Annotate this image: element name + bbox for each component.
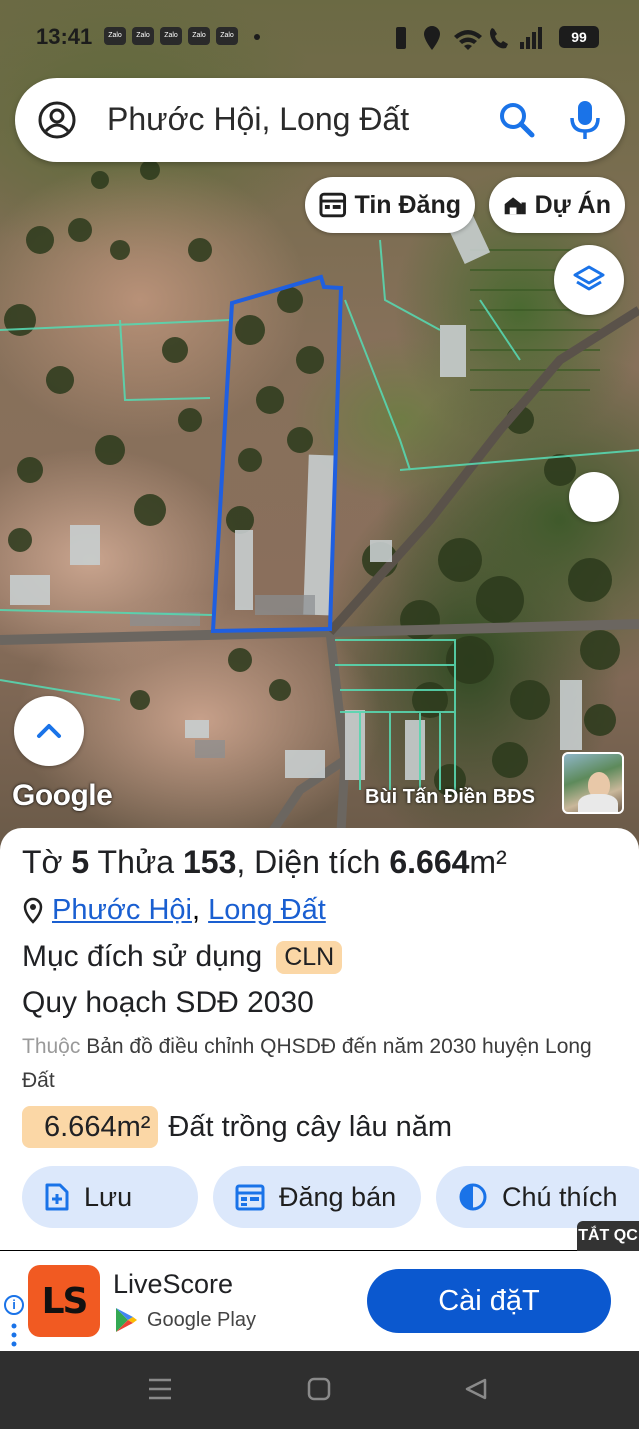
save-label: Lưu [84, 1181, 133, 1212]
projects-chip[interactable]: Dự Án [489, 177, 625, 233]
search-bar[interactable]: Phước Hội, Long Đất [15, 78, 625, 162]
contrast-icon [459, 1183, 487, 1211]
land-use-purpose: Mục đích sử dụng CLN [22, 940, 343, 974]
ad-info-icon[interactable]: i [4, 1295, 24, 1315]
google-logo: Google [12, 779, 113, 812]
area-value: 6.664 [389, 844, 470, 880]
vibrate-icon [396, 27, 406, 49]
legend-button[interactable]: Chú thích [436, 1166, 639, 1228]
app-logo-text: LS [41, 1280, 89, 1322]
belong-prefix: Thuộc [22, 1035, 81, 1058]
status-bar: 13:41 Zalo Zalo Zalo Zalo Zalo 99 [0, 18, 639, 58]
sheet-label: Tờ [22, 844, 63, 880]
satellite-map[interactable]: 13:41 Zalo Zalo Zalo Zalo Zalo 99 Phước … [0, 0, 639, 850]
store-label: Google Play [113, 1306, 256, 1334]
sheet-number: 5 [71, 844, 90, 880]
plot-label: Thửa [97, 844, 175, 880]
parcel-title: Tờ 5 Thửa 153, Diện tích 6.664m² [22, 844, 507, 881]
post-label: Đăng bán [279, 1181, 397, 1212]
layers-icon [573, 265, 605, 291]
add-file-icon [45, 1183, 69, 1211]
area-unit: m² [469, 844, 507, 880]
home-icon [307, 1377, 331, 1401]
wifi-icon [454, 30, 482, 50]
buildings-icon [504, 197, 526, 215]
microphone-icon[interactable] [565, 98, 605, 142]
map-layers-button[interactable] [554, 245, 624, 315]
battery-icon: 99 [559, 26, 599, 48]
zone-description: Đất trồng cây lâu năm [168, 1110, 453, 1143]
zone-row: 6.664m² Đất trồng cây lâu năm [22, 1106, 452, 1148]
map-credit: Bùi Tấn Điền BĐS [365, 786, 536, 808]
ad-banner[interactable]: i LS LiveScore Google Play Cài đặT [0, 1251, 639, 1351]
post-for-sale-button[interactable]: Đăng bán [213, 1166, 421, 1228]
app-logo[interactable]: LS [28, 1265, 100, 1337]
chevron-up-icon [37, 724, 61, 738]
district-link[interactable]: Long Đất [208, 894, 326, 926]
status-icons [396, 26, 542, 50]
listings-label: Tin Đăng [354, 190, 461, 219]
parcel-info-sheet: Tờ 5 Thửa 153, Diện tích 6.664m² Phước H… [0, 828, 639, 1250]
zalo-notification-icon: Zalo [216, 27, 238, 45]
location-icon [424, 26, 440, 50]
parcel-address: Phước Hội, Long Đất [22, 894, 326, 927]
zone-area-badge: 6.664m² [22, 1106, 159, 1148]
listings-icon [319, 192, 347, 218]
zalo-notification-icon: Zalo [104, 27, 126, 45]
more-notifications-dot [254, 34, 260, 40]
more-vert-icon[interactable] [11, 1323, 17, 1347]
store-name: Google Play [147, 1308, 256, 1331]
search-icon[interactable] [497, 100, 537, 140]
plot-number: 153 [182, 844, 237, 880]
nav-icons [149, 1377, 487, 1401]
install-button[interactable]: Cài đặT [367, 1269, 611, 1333]
belong-text: Bản đồ điều chỉnh QHSDĐ đến năm 2030 huy… [22, 1035, 592, 1092]
zalo-notification-icon: Zalo [188, 27, 210, 45]
call-icon [490, 28, 508, 49]
close-ad-button[interactable]: TẮT QC [577, 1221, 639, 1251]
plan-source: Thuộc Bản đồ điều chỉnh QHSDĐ đến năm 20… [22, 1030, 622, 1098]
calendar-icon [235, 1184, 265, 1211]
expand-up-button[interactable] [14, 696, 84, 766]
google-play-icon [116, 1308, 137, 1332]
listings-chip[interactable]: Tin Đăng [305, 177, 475, 233]
app-name[interactable]: LiveScore [113, 1269, 233, 1300]
purpose-label: Mục đích sử dụng [22, 940, 263, 973]
area-label: , Diện tích [236, 844, 381, 880]
location-pin-icon [23, 897, 43, 924]
zalo-notification-icon: Zalo [160, 27, 182, 45]
purpose-badge: CLN [276, 940, 343, 974]
credit-avatar[interactable] [562, 752, 624, 814]
ward-link[interactable]: Phước Hội [52, 894, 192, 926]
system-navigation-bar [0, 1351, 639, 1429]
projects-label: Dự Án [534, 190, 611, 219]
plan-title: Quy hoạch SDĐ 2030 [22, 986, 314, 1019]
save-button[interactable]: Lưu [22, 1166, 198, 1228]
address-separator: , [191, 894, 201, 926]
search-input[interactable]: Phước Hội, Long Đất [107, 101, 409, 138]
status-time: 13:41 [36, 24, 93, 49]
account-icon[interactable] [37, 100, 77, 140]
zalo-notification-icon: Zalo [132, 27, 154, 45]
recent-apps-icon [149, 1378, 171, 1400]
back-icon [465, 1378, 487, 1400]
map-slider-handle[interactable] [569, 472, 619, 522]
legend-label: Chú thích [502, 1181, 618, 1212]
